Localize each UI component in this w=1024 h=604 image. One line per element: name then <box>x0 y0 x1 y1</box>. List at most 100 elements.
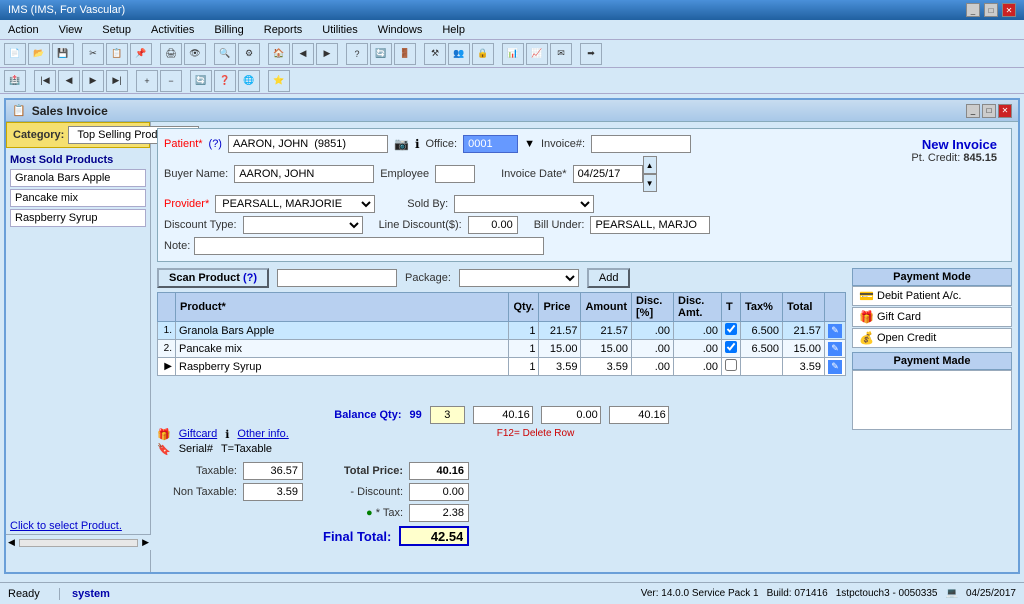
row-tax-pct[interactable] <box>741 358 783 376</box>
product-input-2[interactable] <box>179 343 505 355</box>
taxable-check-3[interactable] <box>725 359 737 371</box>
row-edit-btn[interactable]: ✎ <box>825 340 846 358</box>
office-dropdown-icon[interactable]: ▼ <box>524 138 535 150</box>
menu-setup[interactable]: Setup <box>98 22 135 38</box>
row-total[interactable]: 3.59 <box>783 358 825 376</box>
row-tax-pct[interactable]: 6.500 <box>741 340 783 358</box>
tb2-logo[interactable]: 🏥 <box>4 70 26 92</box>
tb-paste[interactable]: 📌 <box>130 43 152 65</box>
tb-help[interactable]: ? <box>346 43 368 65</box>
camera-icon[interactable]: 📷 <box>394 137 409 151</box>
tb-copy[interactable]: 📋 <box>106 43 128 65</box>
list-item[interactable]: Granola Bars Apple <box>10 169 146 187</box>
tb-print[interactable]: 🖨 <box>160 43 182 65</box>
menu-view[interactable]: View <box>55 22 87 38</box>
list-item[interactable]: Raspberry Syrup <box>10 209 146 227</box>
menu-reports[interactable]: Reports <box>260 22 307 38</box>
date-up[interactable]: ▲ <box>643 156 657 174</box>
line-discount-input[interactable] <box>468 216 518 234</box>
sold-by-select[interactable] <box>454 195 594 213</box>
tb-arrow[interactable]: ➡ <box>580 43 602 65</box>
tb-lock[interactable]: 🔒 <box>472 43 494 65</box>
menu-windows[interactable]: Windows <box>374 22 427 38</box>
info-icon[interactable]: ℹ <box>415 137 420 151</box>
row-tax-pct[interactable]: 6.500 <box>741 322 783 340</box>
tb-preview[interactable]: 👁 <box>184 43 206 65</box>
scan-product-button[interactable]: Scan Product (?) <box>157 268 269 288</box>
row-disc-amt[interactable]: .00 <box>674 340 722 358</box>
tax-value[interactable] <box>409 504 469 522</box>
non-taxable-value[interactable] <box>243 483 303 501</box>
tb2-star[interactable]: ⭐ <box>268 70 290 92</box>
open-credit-item[interactable]: 💰 Open Credit <box>852 328 1012 348</box>
tb-exit[interactable]: 🚪 <box>394 43 416 65</box>
balance-val-1[interactable] <box>473 406 533 424</box>
inner-close[interactable]: ✕ <box>998 104 1012 118</box>
menu-help[interactable]: Help <box>438 22 469 38</box>
tb2-right[interactable]: ▶ <box>82 70 104 92</box>
tb2-add[interactable]: + <box>136 70 158 92</box>
tb-filter[interactable]: ⚙ <box>238 43 260 65</box>
maximize-button[interactable]: □ <box>984 3 998 17</box>
tb-config[interactable]: ⚒ <box>424 43 446 65</box>
row-amount[interactable]: 15.00 <box>581 340 632 358</box>
note-input[interactable] <box>194 237 544 255</box>
add-button[interactable]: Add <box>587 268 631 288</box>
taxable-check-1[interactable] <box>725 323 737 335</box>
tb-report[interactable]: 📈 <box>526 43 548 65</box>
click-to-select[interactable]: Click to select Product. <box>10 520 122 532</box>
tb-refresh[interactable]: 🔄 <box>370 43 392 65</box>
row-disc-pct[interactable]: .00 <box>632 322 674 340</box>
discount-value[interactable] <box>409 483 469 501</box>
menu-action[interactable]: Action <box>4 22 43 38</box>
buyer-input[interactable] <box>234 165 374 183</box>
edit-row-1[interactable]: ✎ <box>828 324 842 338</box>
tb-back[interactable]: ◀ <box>292 43 314 65</box>
menu-activities[interactable]: Activities <box>147 22 198 38</box>
total-price-value[interactable] <box>409 462 469 480</box>
tb-save[interactable]: 💾 <box>52 43 74 65</box>
balance-val-3[interactable] <box>609 406 669 424</box>
scan-input[interactable] <box>277 269 397 287</box>
row-disc-amt[interactable]: .00 <box>674 322 722 340</box>
provider-select[interactable]: PEARSALL, MARJORIE <box>215 195 375 213</box>
row-amount[interactable]: 21.57 <box>581 322 632 340</box>
invoice-num-input[interactable] <box>591 135 691 153</box>
row-edit-btn[interactable]: ✎ <box>825 358 846 376</box>
row-price[interactable]: 3.59 <box>539 358 581 376</box>
final-total-value[interactable] <box>399 526 469 546</box>
tb-mail[interactable]: ✉ <box>550 43 572 65</box>
bill-under-input[interactable] <box>590 216 710 234</box>
inner-maximize[interactable]: □ <box>982 104 996 118</box>
tb2-del[interactable]: − <box>160 70 182 92</box>
gift-card-item[interactable]: 🎁 Gift Card <box>852 307 1012 327</box>
debit-patient-item[interactable]: 💳 Debit Patient A/c. <box>852 286 1012 306</box>
product-input-1[interactable] <box>179 325 505 337</box>
row-disc-pct[interactable]: .00 <box>632 340 674 358</box>
left-scrollbar[interactable]: ◀ ▶ <box>6 534 151 550</box>
row-taxable[interactable] <box>722 358 741 376</box>
tb-search[interactable]: 🔍 <box>214 43 236 65</box>
row-disc-amt[interactable]: .00 <box>674 358 722 376</box>
close-button[interactable]: ✕ <box>1002 3 1016 17</box>
tb2-prev[interactable]: |◀ <box>34 70 56 92</box>
date-down[interactable]: ▼ <box>643 174 657 192</box>
tb-forward[interactable]: ▶ <box>316 43 338 65</box>
row-total[interactable]: 15.00 <box>783 340 825 358</box>
tb-open[interactable]: 📂 <box>28 43 50 65</box>
row-qty[interactable]: 1 <box>509 358 539 376</box>
edit-row-2[interactable]: ✎ <box>828 342 842 356</box>
other-info-link[interactable]: Other info. <box>237 428 288 441</box>
tb-new[interactable]: 📄 <box>4 43 26 65</box>
row-price[interactable]: 15.00 <box>539 340 581 358</box>
invoice-date-input[interactable] <box>573 165 643 183</box>
tb-cut[interactable]: ✂ <box>82 43 104 65</box>
tb2-globe[interactable]: 🌐 <box>238 70 260 92</box>
menu-utilities[interactable]: Utilities <box>318 22 361 38</box>
tb-users[interactable]: 👥 <box>448 43 470 65</box>
tb2-refresh2[interactable]: 🔄 <box>190 70 212 92</box>
row-edit-btn[interactable]: ✎ <box>825 322 846 340</box>
tb-chart[interactable]: 📊 <box>502 43 524 65</box>
patient-search-icon[interactable]: (?) <box>209 138 222 150</box>
office-input[interactable] <box>463 135 518 153</box>
